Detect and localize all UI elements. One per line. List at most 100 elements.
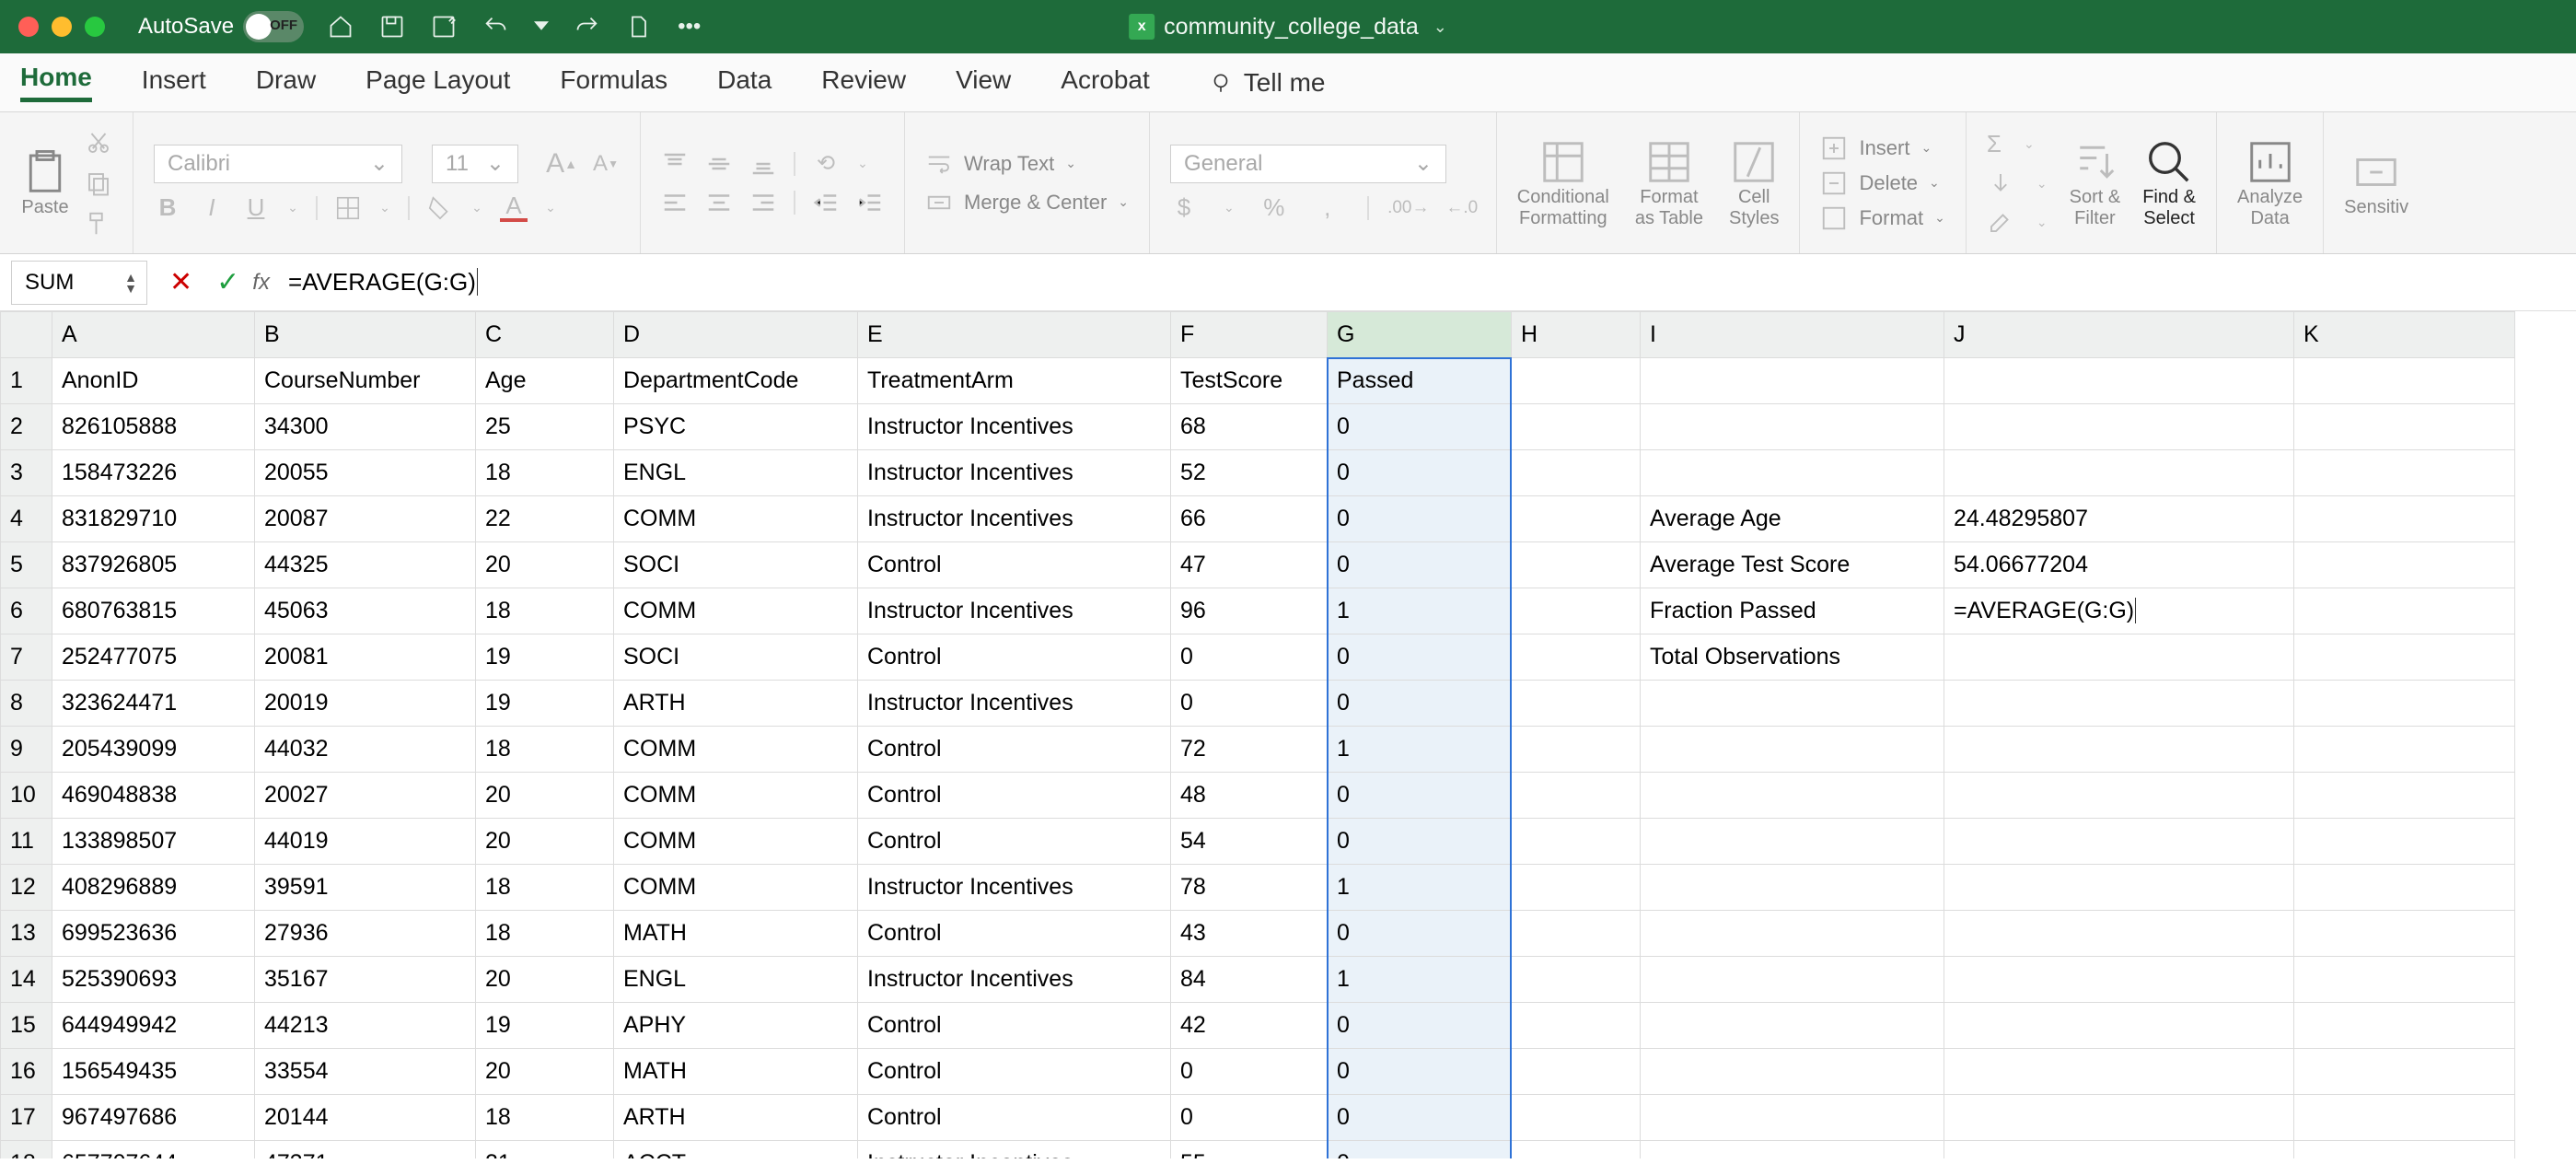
- cancel-formula-icon[interactable]: ✕: [169, 266, 192, 298]
- cell-H1[interactable]: [1512, 358, 1641, 404]
- cell-H8[interactable]: [1512, 681, 1641, 727]
- cell-I8[interactable]: [1641, 681, 1944, 727]
- undo-icon[interactable]: [482, 14, 508, 40]
- cell-A2[interactable]: 826105888: [52, 404, 255, 450]
- cell-C15[interactable]: 19: [476, 1003, 614, 1049]
- cell-B8[interactable]: 20019: [255, 681, 476, 727]
- format-as-table-button[interactable]: Formatas Table: [1635, 137, 1703, 229]
- autosum-icon[interactable]: Σ: [1987, 130, 2002, 158]
- cell-H15[interactable]: [1512, 1003, 1641, 1049]
- paste-button[interactable]: Paste: [20, 147, 70, 218]
- sort-filter-button[interactable]: Sort &Filter: [2070, 137, 2121, 229]
- cell-K10[interactable]: [2294, 773, 2515, 819]
- column-header-F[interactable]: F: [1171, 312, 1328, 358]
- cell-G3[interactable]: 0: [1328, 450, 1512, 496]
- cell-C1[interactable]: Age: [476, 358, 614, 404]
- cell-F15[interactable]: 42: [1171, 1003, 1328, 1049]
- cell-G16[interactable]: 0: [1328, 1049, 1512, 1095]
- cell-I17[interactable]: [1641, 1095, 1944, 1141]
- row-header-13[interactable]: 13: [1, 911, 52, 957]
- font-color-dropdown-icon[interactable]: ⌄: [544, 194, 557, 222]
- accept-formula-icon[interactable]: ✓: [216, 266, 239, 298]
- format-cells-button[interactable]: Format: [1859, 206, 1923, 230]
- cell-D2[interactable]: PSYC: [614, 404, 858, 450]
- cell-F2[interactable]: 68: [1171, 404, 1328, 450]
- cell-J1[interactable]: [1944, 358, 2294, 404]
- cell-A17[interactable]: 967497686: [52, 1095, 255, 1141]
- row-header-16[interactable]: 16: [1, 1049, 52, 1095]
- cell-D10[interactable]: COMM: [614, 773, 858, 819]
- align-center-icon[interactable]: [705, 189, 733, 216]
- cell-A5[interactable]: 837926805: [52, 542, 255, 588]
- conditional-formatting-button[interactable]: ConditionalFormatting: [1517, 137, 1609, 229]
- cell-G1[interactable]: Passed: [1328, 358, 1512, 404]
- cell-I5[interactable]: Average Test Score: [1641, 542, 1944, 588]
- cell-J6[interactable]: =AVERAGE(G:G): [1944, 588, 2294, 634]
- cell-H17[interactable]: [1512, 1095, 1641, 1141]
- merge-center-button[interactable]: Merge & Center: [964, 191, 1107, 215]
- increase-decimal-icon[interactable]: .00→: [1395, 194, 1422, 222]
- cell-C18[interactable]: 21: [476, 1141, 614, 1159]
- cell-K6[interactable]: [2294, 588, 2515, 634]
- autosum-dropdown-icon[interactable]: ⌄: [2024, 136, 2035, 152]
- column-header-H[interactable]: H: [1512, 312, 1641, 358]
- cell-G5[interactable]: 0: [1328, 542, 1512, 588]
- cell-F17[interactable]: 0: [1171, 1095, 1328, 1141]
- cell-B2[interactable]: 34300: [255, 404, 476, 450]
- insert-dropdown-icon[interactable]: ⌄: [1920, 140, 1932, 156]
- cell-A4[interactable]: 831829710: [52, 496, 255, 542]
- cell-B17[interactable]: 20144: [255, 1095, 476, 1141]
- copy-icon[interactable]: [85, 169, 112, 197]
- cell-J2[interactable]: [1944, 404, 2294, 450]
- cell-K15[interactable]: [2294, 1003, 2515, 1049]
- cell-C11[interactable]: 20: [476, 819, 614, 865]
- cell-G18[interactable]: 0: [1328, 1141, 1512, 1159]
- cell-H18[interactable]: [1512, 1141, 1641, 1159]
- cell-C6[interactable]: 18: [476, 588, 614, 634]
- cell-J9[interactable]: [1944, 727, 2294, 773]
- cell-E4[interactable]: Instructor Incentives: [858, 496, 1171, 542]
- cell-K4[interactable]: [2294, 496, 2515, 542]
- tab-acrobat[interactable]: Acrobat: [1061, 65, 1150, 100]
- tab-review[interactable]: Review: [821, 65, 906, 100]
- cell-C3[interactable]: 18: [476, 450, 614, 496]
- cell-E15[interactable]: Control: [858, 1003, 1171, 1049]
- cell-I12[interactable]: [1641, 865, 1944, 911]
- cell-J12[interactable]: [1944, 865, 2294, 911]
- delete-cells-button[interactable]: Delete: [1859, 171, 1918, 195]
- decrease-indent-icon[interactable]: [812, 189, 840, 216]
- increase-indent-icon[interactable]: [856, 189, 884, 216]
- more-icon[interactable]: •••: [678, 14, 711, 40]
- cell-F6[interactable]: 96: [1171, 588, 1328, 634]
- column-header-K[interactable]: K: [2294, 312, 2515, 358]
- cell-A15[interactable]: 644949942: [52, 1003, 255, 1049]
- column-header-D[interactable]: D: [614, 312, 858, 358]
- cell-K2[interactable]: [2294, 404, 2515, 450]
- cell-A13[interactable]: 699523636: [52, 911, 255, 957]
- row-header-3[interactable]: 3: [1, 450, 52, 496]
- cell-C9[interactable]: 18: [476, 727, 614, 773]
- cell-E11[interactable]: Control: [858, 819, 1171, 865]
- tell-me[interactable]: Tell me: [1209, 68, 1326, 98]
- find-select-button[interactable]: Find &Select: [2142, 137, 2196, 229]
- cell-F12[interactable]: 78: [1171, 865, 1328, 911]
- cell-G10[interactable]: 0: [1328, 773, 1512, 819]
- cell-F14[interactable]: 84: [1171, 957, 1328, 1003]
- cell-A3[interactable]: 158473226: [52, 450, 255, 496]
- cell-C8[interactable]: 19: [476, 681, 614, 727]
- cell-F3[interactable]: 52: [1171, 450, 1328, 496]
- cell-I13[interactable]: [1641, 911, 1944, 957]
- cell-E14[interactable]: Instructor Incentives: [858, 957, 1171, 1003]
- close-window-dot[interactable]: [18, 17, 39, 37]
- cell-G2[interactable]: 0: [1328, 404, 1512, 450]
- cell-I7[interactable]: Total Observations: [1641, 634, 1944, 681]
- cell-E17[interactable]: Control: [858, 1095, 1171, 1141]
- cell-I4[interactable]: Average Age: [1641, 496, 1944, 542]
- cell-G6[interactable]: 1: [1328, 588, 1512, 634]
- cell-G14[interactable]: 1: [1328, 957, 1512, 1003]
- fill-down-icon[interactable]: [1987, 169, 2014, 197]
- tab-view[interactable]: View: [956, 65, 1011, 100]
- cell-J5[interactable]: 54.06677204: [1944, 542, 2294, 588]
- cell-K14[interactable]: [2294, 957, 2515, 1003]
- row-header-11[interactable]: 11: [1, 819, 52, 865]
